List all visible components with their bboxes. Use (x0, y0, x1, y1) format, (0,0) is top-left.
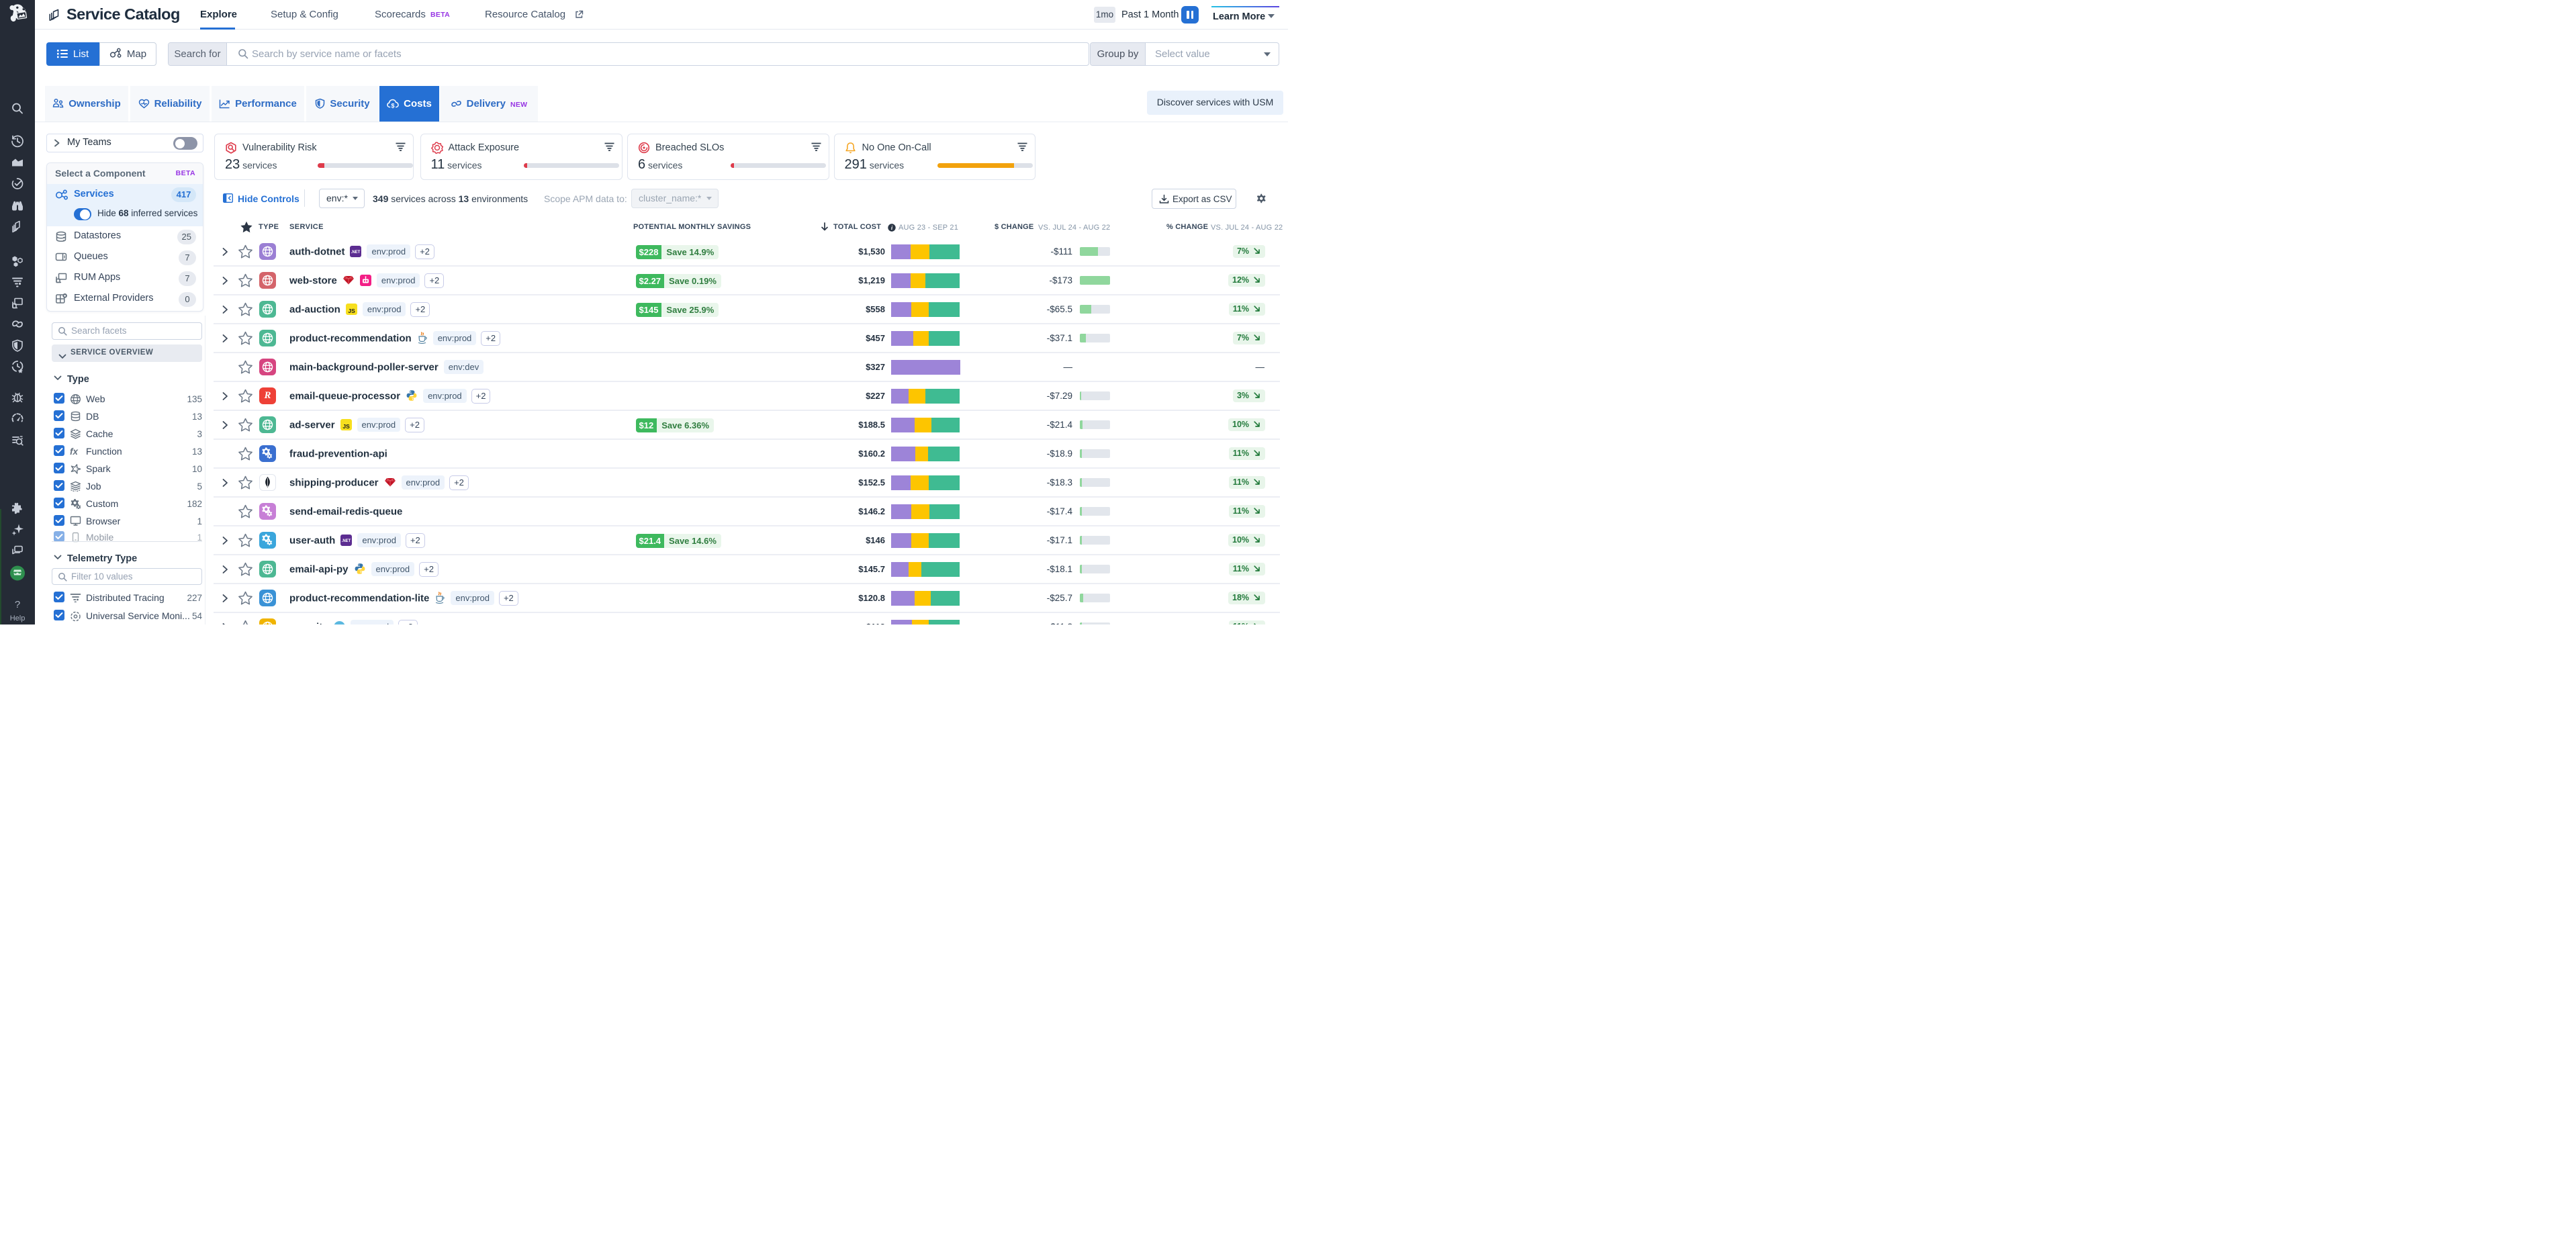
svg-text:JS: JS (348, 308, 355, 314)
svg-text:JS: JS (342, 423, 350, 430)
svg-text:$: $ (392, 102, 395, 109)
svg-text:.NET: .NET (351, 250, 361, 255)
svg-text:.NET: .NET (342, 539, 351, 543)
